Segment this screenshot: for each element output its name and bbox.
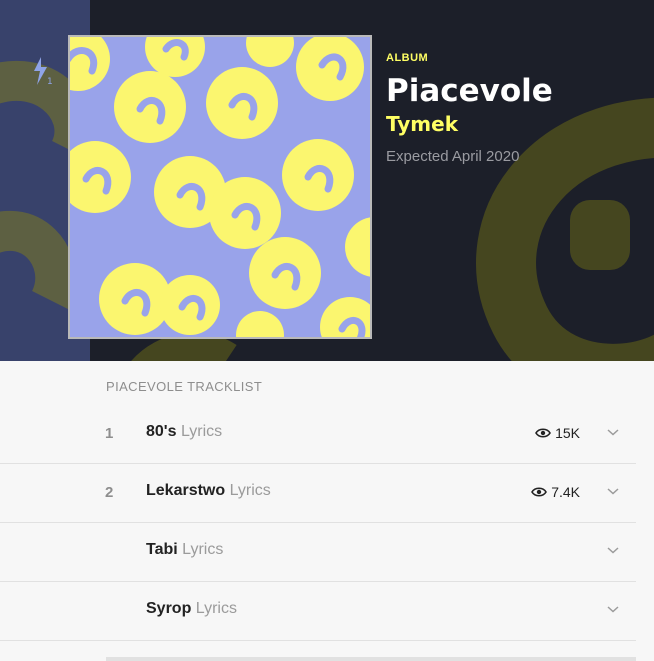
- track-name: Lekarstwo: [146, 482, 226, 499]
- track-row[interactable]: 2 Lekarstwo Lyrics 7.4K: [0, 464, 636, 523]
- track-title[interactable]: Tabi Lyrics: [146, 541, 223, 559]
- chevron-down-icon[interactable]: [606, 545, 620, 555]
- tracklist-heading: PIACEVOLE TRACKLIST: [106, 379, 263, 394]
- tracklist: PIACEVOLE TRACKLIST 1 80's Lyrics 15K 2 …: [0, 361, 654, 661]
- track-name: Tabi: [146, 541, 178, 558]
- track-list: 1 80's Lyrics 15K 2 Lekarstwo Lyrics 7.4…: [0, 405, 636, 641]
- track-row[interactable]: Syrop Lyrics: [0, 582, 636, 641]
- eye-icon: [535, 428, 552, 438]
- track-suffix: Lyrics: [182, 541, 224, 558]
- chevron-down-icon[interactable]: [606, 427, 620, 437]
- album-cover: [68, 35, 372, 339]
- track-row[interactable]: Tabi Lyrics: [0, 523, 636, 582]
- eye-icon: [531, 487, 548, 497]
- view-count: 15K: [555, 425, 580, 441]
- release-date: Expected April 2020: [386, 148, 520, 165]
- track-name: Syrop: [146, 600, 192, 617]
- track-views: 15K: [535, 425, 580, 441]
- album-meta: ALBUM Piacevole Tymek Expected April 202…: [386, 52, 553, 165]
- track-title[interactable]: Lekarstwo Lyrics: [146, 482, 271, 500]
- track-suffix: Lyrics: [180, 423, 223, 440]
- track-views: 7.4K: [531, 484, 580, 500]
- track-suffix: Lyrics: [195, 600, 237, 617]
- album-cover-art: [70, 37, 370, 337]
- pin-count: 1: [47, 77, 53, 87]
- tracklist-bottom-divider: [106, 657, 636, 661]
- album-title: Piacevole: [386, 73, 553, 109]
- track-number: 2: [105, 484, 114, 501]
- track-title[interactable]: 80's Lyrics: [146, 423, 222, 441]
- track-title[interactable]: Syrop Lyrics: [146, 600, 237, 618]
- track-name: 80's: [146, 423, 177, 440]
- album-kind-label: ALBUM: [386, 52, 429, 64]
- track-number: 1: [105, 425, 114, 442]
- chevron-down-icon[interactable]: [606, 604, 620, 614]
- artist-link[interactable]: Tymek: [386, 112, 553, 136]
- view-count: 7.4K: [551, 484, 580, 500]
- album-header: 1 ALBUM Piacevole Tymek Expected April 2…: [0, 0, 654, 361]
- track-suffix: Lyrics: [229, 482, 271, 499]
- chevron-down-icon[interactable]: [606, 486, 620, 496]
- track-row[interactable]: 1 80's Lyrics 15K: [0, 405, 636, 464]
